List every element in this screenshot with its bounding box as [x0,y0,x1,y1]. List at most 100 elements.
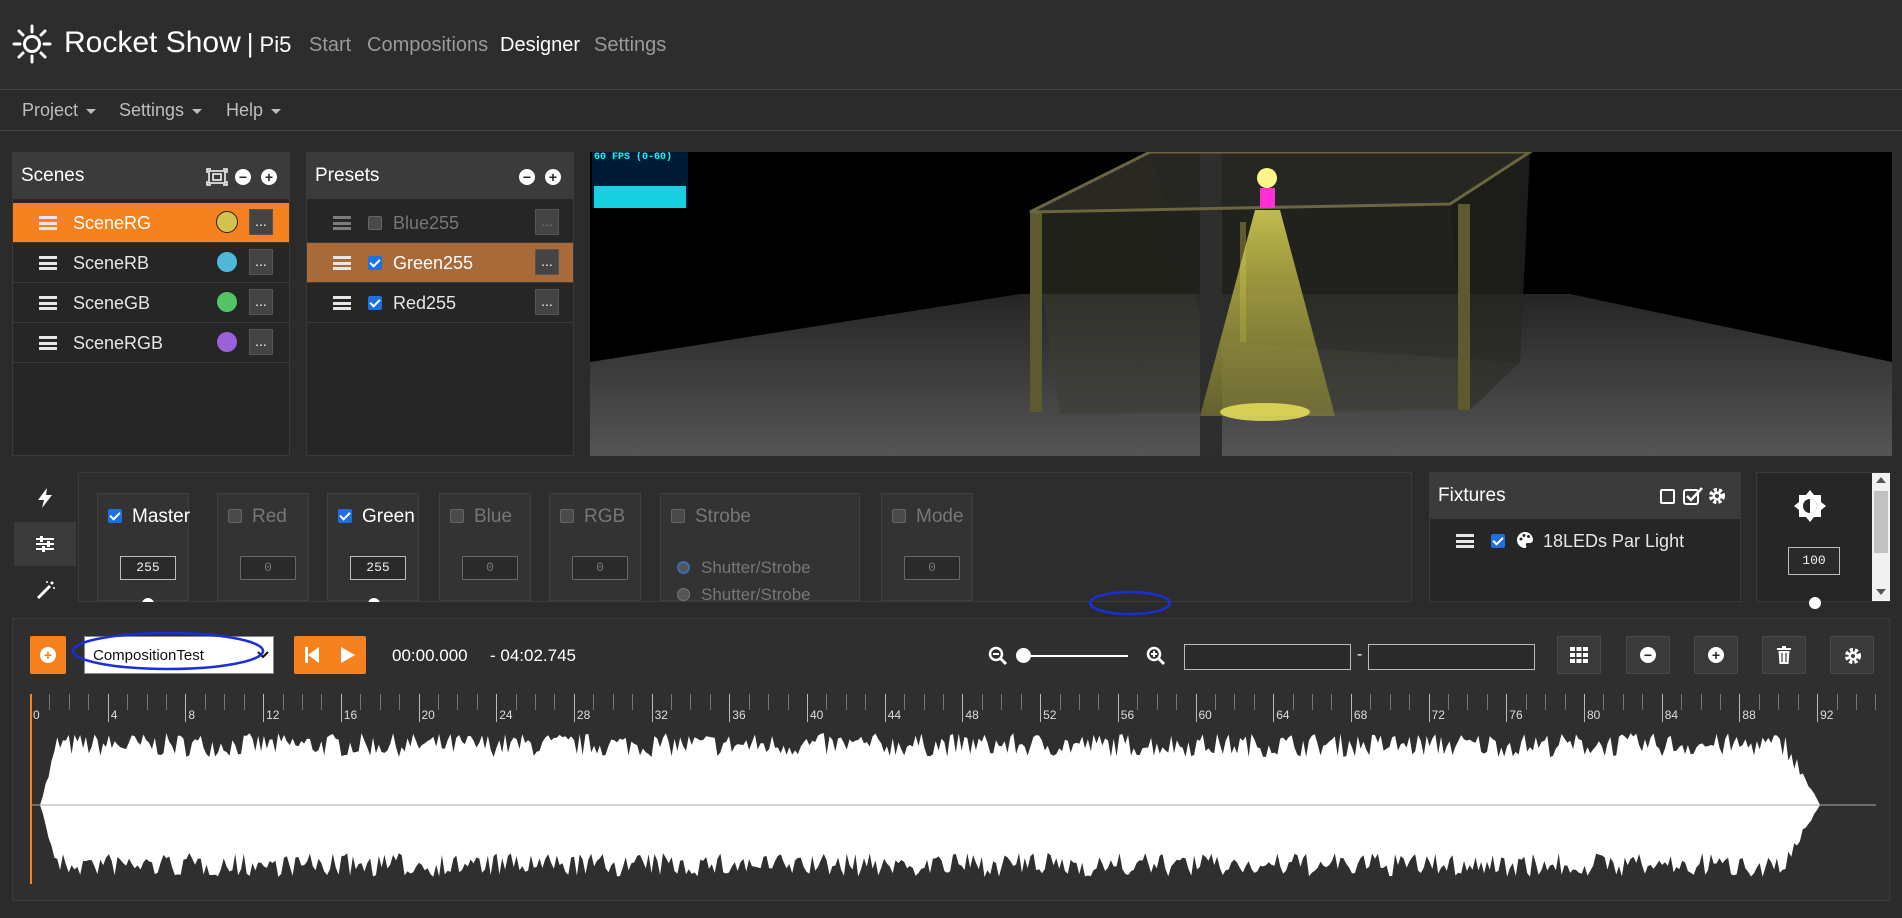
scene-color-swatch[interactable] [216,331,238,353]
preset-more-button[interactable]: ... [535,289,559,315]
gear-icon[interactable] [1708,487,1726,505]
channel-value-input[interactable]: 255 [350,556,406,580]
channel-checkbox[interactable] [892,509,906,523]
sun-logo-icon[interactable] [12,24,52,64]
channel-blue[interactable]: Blue 0 [439,493,531,601]
drag-handle-icon[interactable] [1456,534,1474,548]
nav-compositions[interactable]: Compositions [367,34,488,57]
channel-value-input[interactable]: 0 [572,556,628,580]
channel-checkbox[interactable] [338,509,352,523]
scrollbar-thumb[interactable] [1874,491,1888,553]
channel-value-input[interactable]: 0 [904,556,960,580]
scene-more-button[interactable]: ... [249,249,273,275]
channel-green[interactable]: Green 255 [327,493,419,602]
palette-icon[interactable] [1516,531,1534,549]
scene-row[interactable]: SceneGB ... [13,283,289,323]
scene-color-swatch[interactable] [216,291,238,313]
channel-master[interactable]: Master 255 [97,493,190,602]
strobe-radio[interactable] [677,588,690,601]
channel-checkbox[interactable] [108,509,122,523]
drag-handle-icon[interactable] [39,256,57,270]
scene-more-button[interactable]: ... [249,289,273,315]
drag-handle-icon[interactable] [333,256,351,270]
audio-waveform[interactable] [30,725,1876,885]
fixture-checkbox[interactable] [1491,534,1505,548]
nav-designer[interactable]: Designer [500,34,580,57]
channel-value-input[interactable]: 0 [462,556,518,580]
channel-checkbox[interactable] [450,509,464,523]
playhead-cursor[interactable] [30,694,32,884]
menu-help[interactable]: Help [226,100,282,121]
drag-handle-icon[interactable] [39,216,57,230]
brightness-slider-handle[interactable] [1809,597,1821,609]
add-composition-button[interactable]: + [30,636,66,674]
grid-button[interactable] [1557,636,1601,674]
scroll-down-arrow[interactable] [1876,589,1886,595]
channel-rgb[interactable]: RGB 0 [549,493,641,601]
channel-checkbox[interactable] [560,509,574,523]
drag-handle-icon[interactable] [39,296,57,310]
lightning-tool-button[interactable] [14,476,76,520]
preset-row[interactable]: Blue255 ... [307,203,573,243]
channel-value-input[interactable]: 0 [240,556,296,580]
preset-checkbox[interactable] [368,256,382,270]
zoom-out-icon[interactable] [988,646,1008,666]
scene-color-swatch[interactable] [216,211,238,233]
zoom-slider-handle[interactable] [1016,648,1031,663]
deselect-all-icon[interactable] [1660,489,1675,504]
magic-wand-tool-button[interactable] [14,568,76,612]
drag-handle-icon[interactable] [333,216,351,230]
channel-value-input[interactable]: 255 [120,556,176,580]
play-button[interactable] [330,636,366,674]
channel-strobe[interactable]: Strobe Shutter/Strobe Shutter/Strobe [660,493,860,602]
range-to-input[interactable] [1368,644,1535,670]
preset-more-button[interactable]: ... [535,249,559,275]
scroll-up-arrow[interactable] [1876,477,1886,483]
scene-color-swatch[interactable] [216,251,238,273]
preset-row[interactable]: Red255 ... [307,283,573,323]
fit-screen-icon[interactable] [206,168,228,186]
strobe-radio[interactable] [677,561,690,574]
remove-preset-button[interactable]: − [519,169,535,185]
range-from-input[interactable] [1184,644,1351,670]
fixture-row[interactable]: 18LEDs Par Light [1430,521,1740,561]
timeline-settings-button[interactable] [1830,636,1874,674]
sliders-tool-button[interactable] [14,522,76,566]
channel-red[interactable]: Red 0 [217,493,309,601]
menu-settings[interactable]: Settings [119,100,203,121]
channel-checkbox[interactable] [228,509,242,523]
brightness-input[interactable]: 100 [1788,547,1840,575]
add-scene-button[interactable]: + [261,169,277,185]
scene-row[interactable]: SceneRG ... [13,203,289,243]
channel-slider-handle[interactable] [142,598,154,602]
zoom-slider-track[interactable] [1018,655,1128,657]
nav-settings[interactable]: Settings [594,34,666,57]
channels-scrollbar[interactable] [1872,473,1890,601]
preset-row[interactable]: Green255 ... [307,243,573,283]
scene-row[interactable]: SceneRGB ... [13,323,289,363]
add-track-button[interactable]: + [1694,636,1738,674]
drag-handle-icon[interactable] [39,336,57,350]
drag-handle-icon[interactable] [333,296,351,310]
select-all-icon[interactable] [1683,487,1703,505]
scene-more-button[interactable]: ... [249,209,273,235]
channel-checkbox[interactable] [671,509,685,523]
menu-project[interactable]: Project [22,100,97,121]
channel-slider-handle[interactable] [368,598,380,602]
add-preset-button[interactable]: + [545,169,561,185]
app-brand[interactable]: Rocket Show | Pi5 [64,26,291,60]
zoom-in-icon[interactable] [1146,646,1166,666]
preset-more-button[interactable]: ... [535,209,559,235]
remove-scene-button[interactable]: − [235,169,251,185]
remove-track-button[interactable]: − [1626,636,1670,674]
stage-3d-viewport[interactable]: 60 FPS (0-60) [590,152,1892,456]
scene-more-button[interactable]: ... [249,329,273,355]
rewind-button[interactable] [294,636,330,674]
delete-button[interactable] [1762,636,1806,674]
channel-mode[interactable]: Mode 0 [881,493,973,601]
scene-row[interactable]: SceneRB ... [13,243,289,283]
nav-start[interactable]: Start [309,34,351,57]
preset-checkbox[interactable] [368,296,382,310]
preset-checkbox[interactable] [368,216,382,230]
timeline-ruler[interactable]: 0 4 8 12 16 20 24 28 32 36 40 44 48 52 56 60 64 68 72 76 80 8… [30,694,1877,724]
